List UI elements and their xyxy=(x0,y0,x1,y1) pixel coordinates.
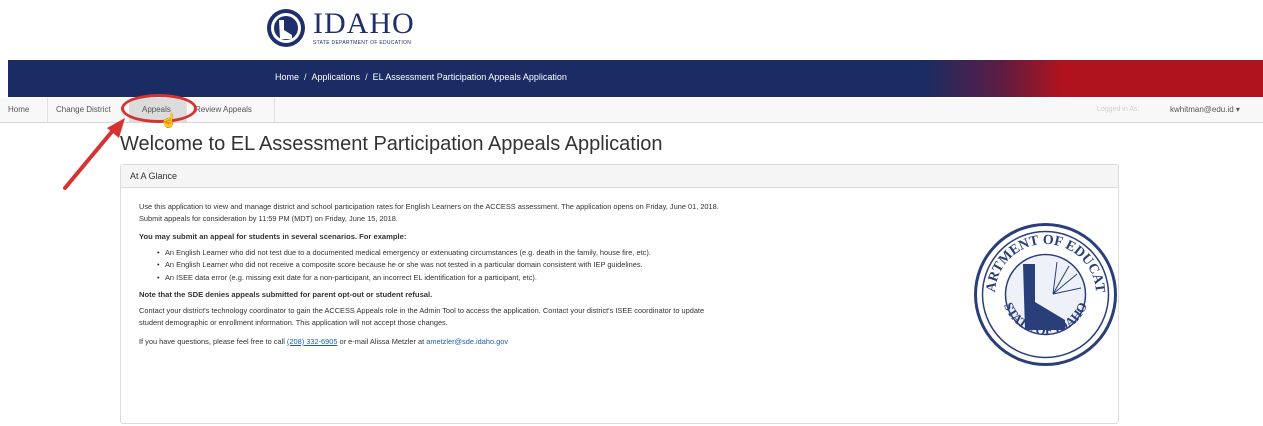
list-item: An English Learner who did not test due … xyxy=(157,247,747,260)
site-header: IDAHO STATE DEPARTMENT OF EDUCATION xyxy=(0,0,1263,60)
questions-text: If you have questions, please feel free … xyxy=(139,336,729,348)
breadcrumb-separator: / xyxy=(304,72,307,82)
contact-text: Contact your district's technology coord… xyxy=(139,306,705,328)
questions-prefix: If you have questions, please feel free … xyxy=(139,336,285,346)
idaho-seal-icon xyxy=(267,9,305,47)
intro-text: Use this application to view and manage … xyxy=(139,202,719,224)
questions-middle: or e-mail Alissa Metzler at xyxy=(339,336,425,346)
breadcrumb-applications[interactable]: Applications xyxy=(312,72,361,82)
user-menu[interactable]: kwhitman@edu.id ▾ xyxy=(1170,98,1240,122)
logo-subtitle: STATE DEPARTMENT OF EDUCATION xyxy=(313,40,412,46)
nav-item-review-appeals[interactable]: Review Appeals xyxy=(187,98,275,122)
breadcrumb-banner: Home / Applications / EL Assessment Particip… xyxy=(8,60,1263,97)
department-of-education-seal: DEPARTMENT OF EDUCATION STATE OF IDAHO xyxy=(973,222,1117,366)
scenarios-heading: You may submit an appeal for students in… xyxy=(139,231,407,241)
panel-heading: At A Glance xyxy=(121,165,1118,188)
phone-link[interactable]: (208) 332-6905 xyxy=(287,337,338,346)
panel-body: Use this application to view and manage … xyxy=(121,188,1118,366)
breadcrumb: Home / Applications / EL Assessment Particip… xyxy=(275,72,567,82)
page-title: Welcome to EL Assessment Participation A… xyxy=(120,133,663,155)
logo-name: IDAHO xyxy=(313,7,415,40)
scenario-list: An English Learner who did not test due … xyxy=(139,247,747,285)
email-link[interactable]: ametzler@sde.idaho.gov xyxy=(426,337,508,346)
idaho-logo[interactable]: IDAHO STATE DEPARTMENT OF EDUCATION xyxy=(266,8,415,48)
breadcrumb-home[interactable]: Home xyxy=(275,72,299,82)
at-a-glance-panel: At A Glance Use this application to view… xyxy=(120,164,1119,424)
list-item: An English Learner who did not receive a… xyxy=(157,259,747,272)
logged-in-label: Logged in As: xyxy=(1097,106,1140,113)
list-item: An ISEE data error (e.g. missing exit da… xyxy=(157,272,747,285)
note-text: Note that the SDE denies appeals submitt… xyxy=(139,290,433,300)
hand-cursor-icon: ☝ xyxy=(160,112,178,128)
nav-item-home[interactable]: Home xyxy=(0,98,48,122)
breadcrumb-current: EL Assessment Participation Appeals Appl… xyxy=(372,72,567,82)
breadcrumb-separator: / xyxy=(365,72,368,82)
